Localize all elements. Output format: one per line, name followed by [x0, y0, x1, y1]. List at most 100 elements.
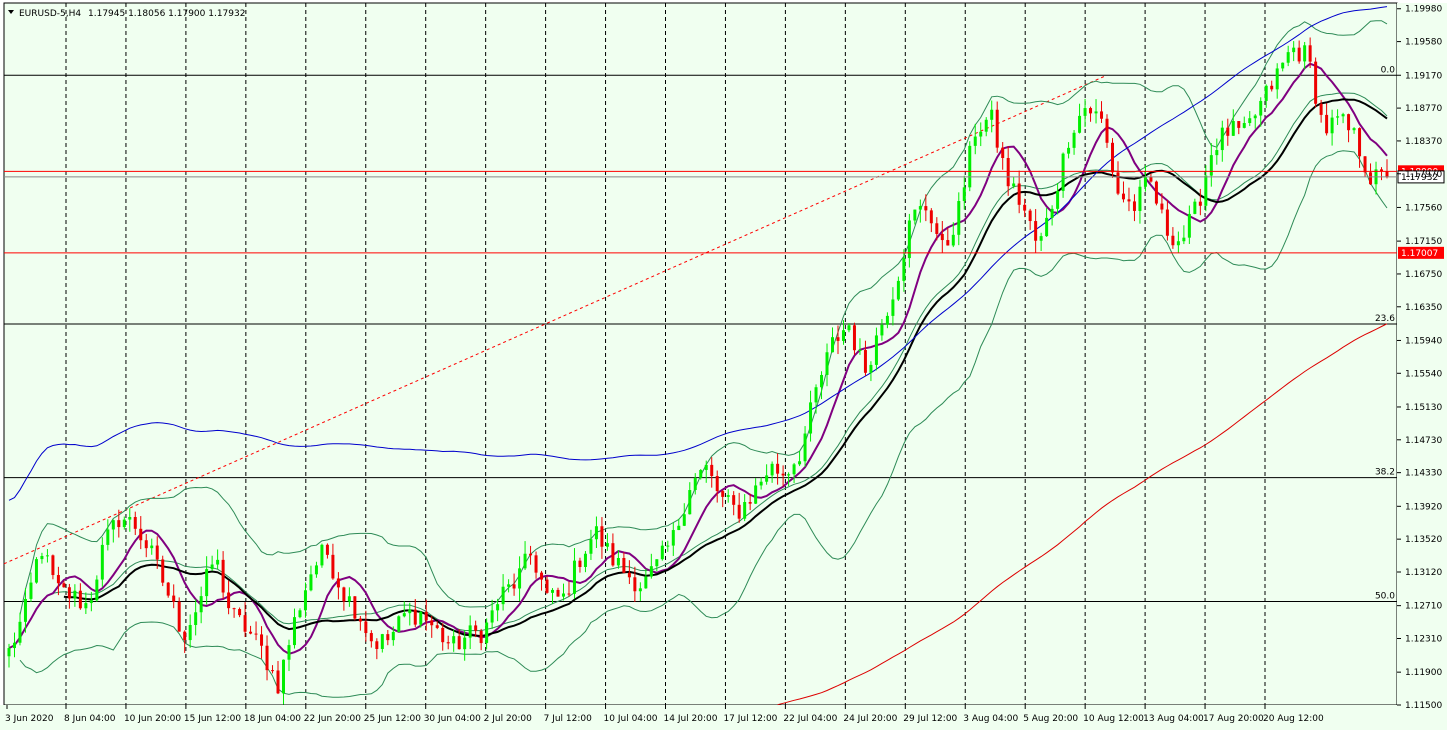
- x-tick-label: 24 Jul 20:00: [843, 714, 897, 724]
- candle-body: [331, 554, 335, 579]
- candle-body: [759, 481, 763, 486]
- candle-body: [1204, 175, 1208, 206]
- price-chart[interactable]: 0.023.638.250.0 1.180001.170071.17932 1.…: [0, 0, 1447, 730]
- candle-body: [1237, 121, 1241, 128]
- candle-body: [303, 590, 307, 611]
- candle-body: [1275, 68, 1279, 90]
- candle-body: [551, 589, 555, 593]
- y-tick-label: 1.15540: [1405, 369, 1442, 379]
- candle-body: [929, 210, 933, 224]
- candle-body: [1067, 147, 1071, 154]
- candle-body: [523, 553, 527, 569]
- candle-body: [210, 564, 214, 570]
- candle-body: [446, 642, 450, 644]
- candle-body: [205, 569, 209, 597]
- ohlc-label: 1.17945 1.18056 1.17900 1.17932: [88, 9, 245, 19]
- candle-body: [1330, 117, 1334, 134]
- candle-body: [578, 560, 582, 568]
- fib-label: 23.6: [1375, 314, 1395, 324]
- candle-body: [194, 612, 198, 626]
- y-tick-label: 1.12310: [1405, 634, 1442, 644]
- candle-body: [512, 584, 516, 589]
- candle-body: [1039, 236, 1043, 241]
- candle-body: [847, 325, 851, 331]
- candle-body: [732, 495, 736, 505]
- candle-body: [852, 325, 856, 351]
- candle-body: [1358, 128, 1362, 157]
- candle-body: [1116, 172, 1120, 194]
- candle-body: [309, 574, 313, 591]
- y-tick-label: 1.14330: [1405, 469, 1442, 479]
- candle-body: [682, 514, 686, 526]
- x-tick-label: 15 Jun 12:00: [184, 714, 241, 724]
- candle-body: [325, 544, 329, 555]
- candle-body: [660, 545, 664, 560]
- candle-body: [1149, 176, 1153, 182]
- candle-body: [1248, 118, 1252, 124]
- candle-body: [23, 598, 27, 622]
- candle-body: [743, 502, 747, 519]
- candle-body: [441, 627, 445, 643]
- candle-body: [1072, 132, 1076, 148]
- candle-body: [397, 616, 401, 632]
- candle-body: [457, 636, 461, 650]
- candle-body: [1143, 176, 1147, 187]
- candle-body: [1380, 169, 1384, 172]
- candle-body: [1187, 213, 1191, 238]
- y-tick-label: 1.14730: [1405, 436, 1442, 446]
- fib-label: 0.0: [1381, 65, 1396, 75]
- chart-window[interactable]: 0.023.638.250.0 1.180001.170071.17932 1.…: [0, 0, 1447, 730]
- candle-body: [51, 555, 55, 576]
- candle-body: [133, 517, 137, 529]
- candle-body: [507, 584, 511, 587]
- candle-body: [282, 659, 286, 694]
- candle-body: [161, 559, 165, 583]
- candle-body: [638, 588, 642, 592]
- candle-body: [391, 631, 395, 641]
- candle-body: [463, 637, 467, 650]
- candle-body: [73, 590, 77, 599]
- candle-body: [1100, 111, 1104, 119]
- candle-body: [990, 109, 994, 120]
- candle-body: [276, 670, 280, 694]
- y-tick-label: 1.18770: [1405, 104, 1442, 114]
- candle-body: [979, 131, 983, 137]
- candle-body: [841, 330, 845, 341]
- y-tick-label: 1.15940: [1405, 336, 1442, 346]
- candle-body: [358, 618, 362, 622]
- candle-body: [292, 617, 296, 646]
- y-tick-label: 1.18370: [1405, 137, 1442, 147]
- candle-body: [1023, 204, 1027, 211]
- candle-body: [1006, 157, 1010, 187]
- candle-body: [95, 579, 99, 601]
- candle-body: [501, 586, 505, 605]
- candle-body: [1215, 150, 1219, 156]
- candle-body: [1094, 111, 1098, 114]
- candle-body: [408, 609, 412, 614]
- candle-body: [1089, 108, 1093, 114]
- y-tick-label: 1.19980: [1405, 5, 1442, 15]
- candle-body: [265, 645, 269, 671]
- candle-body: [968, 145, 972, 188]
- candle-body: [1121, 193, 1125, 200]
- candle-body: [342, 587, 346, 602]
- candle-body: [1127, 199, 1131, 202]
- candle-body: [721, 491, 725, 497]
- candle-body: [435, 625, 439, 628]
- candle-body: [776, 463, 780, 474]
- candle-body: [122, 519, 126, 528]
- candle-body: [243, 615, 247, 632]
- candle-body: [45, 555, 49, 557]
- x-tick-label: 22 Jul 04:00: [783, 714, 837, 724]
- candle-body: [413, 609, 417, 625]
- candle-body: [973, 136, 977, 146]
- candle-body: [1160, 203, 1164, 210]
- candle-body: [40, 556, 44, 560]
- candle-body: [809, 402, 813, 434]
- candle-body: [995, 109, 999, 148]
- y-tick-label: 1.11500: [1405, 701, 1442, 711]
- candle-body: [496, 604, 500, 611]
- candle-body: [177, 601, 181, 632]
- x-tick-label: 2 Jul 20:00: [484, 714, 533, 724]
- candle-body: [18, 621, 22, 643]
